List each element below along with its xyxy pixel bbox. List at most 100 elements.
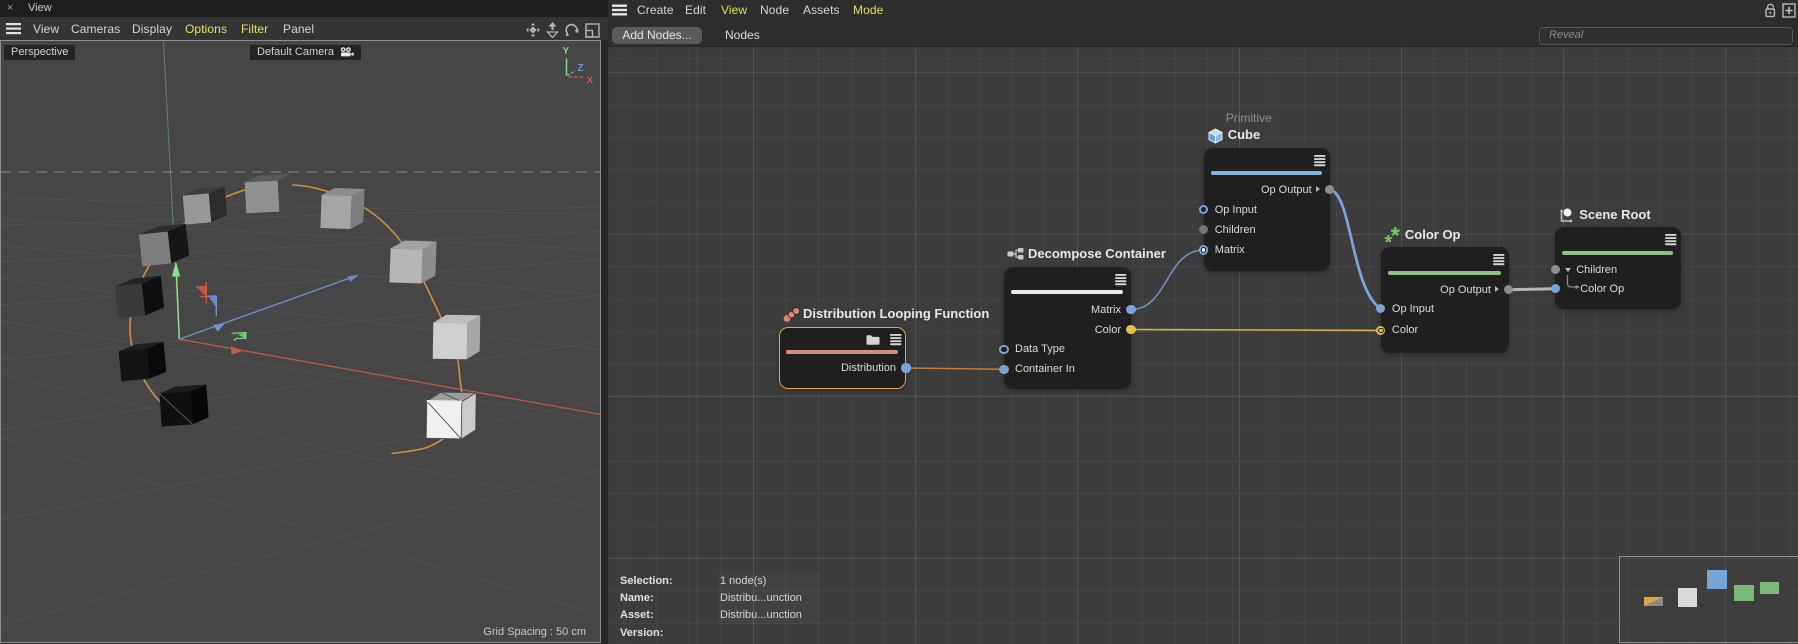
port-matrix-out[interactable] [1126,304,1136,315]
viewport-3d[interactable]: YZX Perspective Default Camera Grid Spac… [0,40,601,643]
distribution-icon [782,306,801,328]
close-icon[interactable]: × [7,2,13,14]
port-distribution-out[interactable] [901,363,911,373]
projection-chip[interactable]: Perspective [4,45,76,60]
port-matrix-in[interactable] [1199,245,1209,255]
cube-far-left-top[interactable] [182,186,228,225]
add-panel-icon[interactable] [1782,3,1796,18]
port-label: Distribution [840,362,896,374]
info-value: 1 node(s) [718,573,820,590]
menu-create[interactable]: Create [637,3,674,17]
children-expander-icon[interactable] [1565,267,1572,272]
minimap-node-decompose [1677,587,1697,607]
node-color-strip [1210,171,1322,175]
wire-color-to-colorop[interactable] [1130,328,1381,332]
sceneroot-icon [1558,207,1576,230]
viewport-dolly-icon[interactable] [545,22,560,38]
minimap-node-sceneroot [1760,582,1779,595]
svg-text:Y: Y [563,46,570,57]
node-color-strip [786,350,898,354]
info-label: Asset: [620,609,654,622]
menu-node[interactable]: Node [760,3,789,17]
wire-cube-to-colorop[interactable] [1329,188,1382,310]
viewport-titlebar: × View [0,0,608,17]
node-folder-icon[interactable] [866,333,880,351]
viewport-scene: YZX [0,41,601,626]
viewport-rotate-icon[interactable] [564,22,579,38]
minimap[interactable] [1619,556,1798,643]
cube-top-right[interactable] [320,188,365,229]
port-color-out[interactable] [1126,324,1136,335]
node-menu-icon[interactable] [1114,273,1127,291]
viewport-panel: × View View Cameras Display Options Filt… [0,0,608,644]
node-category-label: Primitive [1225,110,1272,125]
node-menu-icon[interactable] [1665,233,1677,251]
decompose-icon [1007,247,1026,266]
cube-left-upper[interactable] [138,223,190,267]
info-row-asset: Asset: Distribu...unction [620,607,820,624]
node-color-strip [1011,290,1123,294]
port-expand-arrow[interactable] [1315,186,1320,192]
port-expand-arrow[interactable] [1494,286,1499,293]
add-nodes-button[interactable]: Add Nodes... [612,27,702,44]
viewport-menubar: View Cameras Display Options Filter Pane… [0,17,608,40]
info-value: Distribu...unction [718,607,820,624]
node-title-distribution[interactable]: Distribution Looping Function [803,306,989,321]
cube-left-lower[interactable] [118,341,167,382]
port-label: Color Op [1580,282,1625,295]
wire-colorop-to-sceneroot[interactable] [1508,287,1556,292]
menu-edit[interactable]: Edit [685,3,706,17]
menu-display[interactable]: Display [132,22,172,36]
menu-view[interactable]: View [33,22,59,36]
search-input[interactable]: Reveal [1539,27,1793,45]
info-row-version: Version: [620,625,820,642]
cube-right-upper[interactable] [389,240,437,284]
viewport-panel-title: View [28,2,52,14]
node-graph-canvas[interactable]: Distribution Looping Function Distributio… [608,47,1798,644]
menu-panel[interactable]: Panel [283,22,314,36]
port-children-in[interactable] [1550,265,1560,275]
menu-assets[interactable]: Assets [803,3,840,17]
node-colorop[interactable] [1380,247,1509,353]
svg-text:X: X [587,76,594,87]
viewport-maximize-icon[interactable] [585,23,600,38]
port-label: Container In [1015,363,1075,376]
cube-bottom-left[interactable] [159,384,209,427]
cube-selected[interactable] [425,391,478,440]
cube-left-middle[interactable] [114,275,165,319]
port-container-in-in[interactable] [999,364,1009,374]
menu-filter[interactable]: Filter [241,22,268,36]
hamburger-menu-icon[interactable] [612,4,628,16]
minimap-node-colorop [1733,584,1754,601]
selection-info-panel: Selection: 1 node(s) Name: Distribu...uncti… [620,573,820,643]
info-row-selection: Selection: 1 node(s) [620,573,820,590]
node-menu-icon[interactable] [1313,154,1326,172]
node-title-sceneroot[interactable]: Scene Root [1579,207,1651,222]
node-editor-toolbar: Add Nodes... Nodes Reveal [608,20,1798,47]
node-menu-icon[interactable] [1492,253,1505,271]
hamburger-menu-icon[interactable] [6,23,23,35]
svg-text:Z: Z [578,63,584,74]
wire-distribution-to-container[interactable] [905,367,1005,371]
viewport-pan-icon[interactable] [525,22,541,38]
port-data-type-in[interactable] [999,344,1009,354]
minimap-node-distribution [1643,597,1664,607]
camera-chip[interactable]: Default Camera [250,45,362,60]
menu-view-node-editor[interactable]: View [721,3,747,17]
node-title-decompose[interactable]: Decompose Container [1028,246,1166,261]
port-label: Color [1391,324,1419,337]
node-editor-menubar: Create Edit View Node Assets Mode [608,0,1798,20]
menu-cameras[interactable]: Cameras [71,22,120,36]
node-menu-icon[interactable] [889,333,902,351]
node-title-cube[interactable]: Cube [1228,127,1261,142]
menu-mode[interactable]: Mode [853,3,883,17]
cube-icon [1207,127,1224,150]
node-distribution[interactable] [779,326,906,389]
lock-icon[interactable] [1763,3,1777,18]
cube-top-middle[interactable] [244,173,294,214]
node-title-colorop[interactable]: Color Op [1405,227,1461,242]
menu-options[interactable]: Options [185,22,227,36]
port-label: Data Type [1015,343,1065,356]
tab-nodes[interactable]: Nodes [725,27,760,44]
cube-right-middle[interactable] [432,314,481,360]
